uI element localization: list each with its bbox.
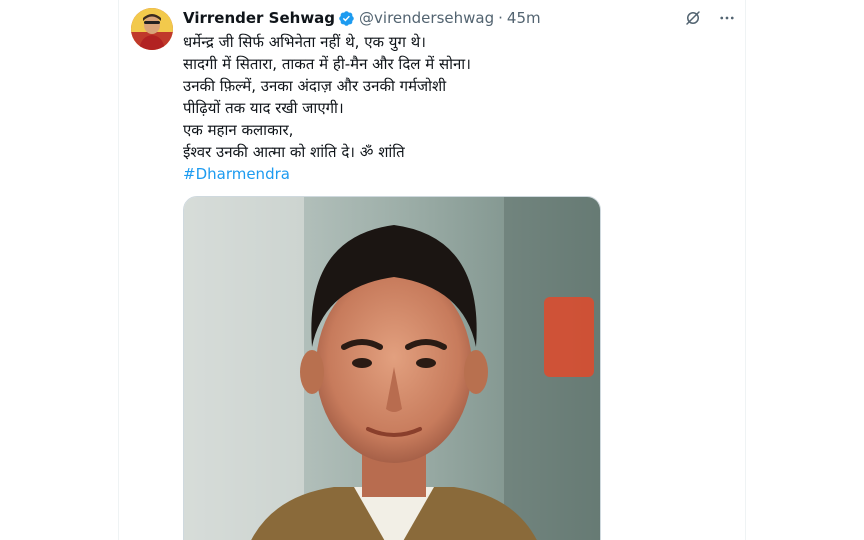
- separator-dot: ·: [498, 9, 503, 27]
- avatar[interactable]: [131, 8, 173, 50]
- tweet-line: उनकी फ़िल्में, उनका अंदाज़ और उनकी गर्मज…: [183, 77, 447, 95]
- display-name[interactable]: Virrender Sehwag: [183, 8, 335, 28]
- tweet-card[interactable]: Virrender Sehwag @virendersehwag · 45m ध…: [118, 0, 746, 540]
- verified-badge-icon: [338, 10, 355, 27]
- tweet-line: एक महान कलाकार,: [183, 121, 294, 139]
- user-handle[interactable]: @virendersehwag: [359, 8, 494, 28]
- tweet-line: सादगी में सितारा, ताकत में ही-मैन और दिल…: [183, 55, 471, 73]
- tweet-line: धर्मेन्द्र जी सिर्फ अभिनेता नहीं थे, एक …: [183, 33, 426, 51]
- more-icon[interactable]: [717, 8, 737, 28]
- tweet-actions: [683, 8, 737, 28]
- tweet-line: ईश्वर उनकी आत्मा को शांति दे। ॐ शांति: [183, 143, 405, 161]
- avatar-image: [131, 8, 173, 50]
- hashtag-link[interactable]: #Dharmendra: [183, 163, 723, 185]
- tweet-header: Virrender Sehwag @virendersehwag · 45m: [183, 8, 541, 28]
- tweet-media-image[interactable]: [183, 196, 601, 540]
- portrait-photo: [184, 197, 600, 540]
- tweet-text: धर्मेन्द्र जी सिर्फ अभिनेता नहीं थे, एक …: [183, 31, 723, 185]
- timestamp[interactable]: 45m: [507, 8, 541, 28]
- tweet-line: पीढ़ियों तक याद रखी जाएगी।: [183, 99, 344, 117]
- grok-icon[interactable]: [683, 8, 703, 28]
